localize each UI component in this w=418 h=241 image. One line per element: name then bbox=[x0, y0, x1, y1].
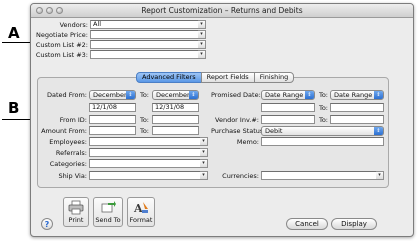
custom-list-2-label: Custom List #2: bbox=[35, 41, 88, 49]
chevron-down-icon[interactable]: ▾ bbox=[198, 40, 206, 49]
title-bar: Report Customization – Returns and Debit… bbox=[31, 4, 413, 18]
chevron-down-icon[interactable]: ▾ bbox=[200, 159, 208, 168]
popup-arrows-icon: ⇕ bbox=[374, 127, 383, 135]
promised-date-label: Promised Date: bbox=[211, 91, 261, 99]
report-customization-window: Report Customization – Returns and Debit… bbox=[30, 3, 414, 237]
promised-to-label-2: To: bbox=[318, 104, 328, 112]
employees-label: Employees: bbox=[49, 138, 87, 146]
dated-from-label: Dated From: bbox=[46, 91, 87, 99]
vendors-combo[interactable]: All ▾ bbox=[90, 20, 206, 29]
from-id-field[interactable] bbox=[89, 115, 136, 124]
printer-icon bbox=[68, 200, 84, 215]
negotiate-price-label: Negotiate Price: bbox=[36, 31, 88, 39]
vendors-field[interactable]: All bbox=[90, 20, 199, 29]
dated-from-field[interactable]: 12/1/08 bbox=[89, 103, 136, 112]
vendor-inv-to-label: To: bbox=[318, 116, 328, 124]
custom-list-3-combo[interactable]: ▾ bbox=[90, 50, 206, 59]
from-id-label: From ID: bbox=[59, 116, 87, 124]
categories-field[interactable] bbox=[89, 159, 201, 168]
popup-arrows-icon: ⇕ bbox=[189, 91, 198, 99]
custom-list-2-field[interactable] bbox=[90, 40, 199, 49]
purchase-status-value: Debit bbox=[265, 127, 283, 135]
ship-via-label: Ship Via: bbox=[58, 172, 87, 180]
dated-to-popup[interactable]: December ⇕ bbox=[152, 90, 199, 100]
chevron-down-icon[interactable]: ▾ bbox=[376, 171, 384, 180]
callout-b-letter: B bbox=[8, 99, 20, 117]
send-to-icon bbox=[101, 201, 116, 213]
chevron-down-icon[interactable]: ▾ bbox=[200, 171, 208, 180]
svg-text:A: A bbox=[133, 202, 143, 215]
print-button[interactable]: Print bbox=[63, 197, 89, 227]
negotiate-price-combo[interactable]: ▾ bbox=[90, 30, 206, 39]
referrals-label: Referrals: bbox=[55, 149, 87, 157]
currencies-field[interactable] bbox=[261, 171, 377, 180]
referrals-field[interactable] bbox=[89, 148, 201, 157]
tab-advanced-filters[interactable]: Advanced Filters bbox=[136, 72, 202, 83]
format-label: Format bbox=[129, 216, 153, 224]
amount-to-label: To: bbox=[139, 127, 149, 135]
chevron-down-icon[interactable]: ▾ bbox=[198, 30, 206, 39]
chevron-down-icon[interactable]: ▾ bbox=[200, 137, 208, 146]
print-label: Print bbox=[68, 216, 84, 224]
cancel-button[interactable]: Cancel bbox=[286, 218, 328, 230]
memo-field[interactable] bbox=[261, 137, 384, 146]
negotiate-price-field[interactable] bbox=[90, 30, 199, 39]
categories-label: Categories: bbox=[49, 160, 87, 168]
format-icon: A bbox=[133, 202, 148, 215]
promised-from-field[interactable] bbox=[261, 103, 315, 112]
ship-via-combo[interactable]: ▾ bbox=[89, 171, 208, 180]
amount-from-field[interactable] bbox=[89, 126, 136, 135]
popup-arrows-icon: ⇕ bbox=[305, 91, 314, 99]
promised-to-popup[interactable]: Date Range ⇕ bbox=[330, 90, 384, 100]
tab-finishing[interactable]: Finishing bbox=[253, 72, 295, 83]
chevron-down-icon[interactable]: ▾ bbox=[198, 20, 206, 29]
currencies-combo[interactable]: ▾ bbox=[261, 171, 384, 180]
ship-via-field[interactable] bbox=[89, 171, 201, 180]
send-to-label: Send To bbox=[95, 216, 121, 224]
popup-arrows-icon: ⇕ bbox=[126, 91, 135, 99]
to-id-field[interactable] bbox=[152, 115, 199, 124]
promised-to-label: To: bbox=[318, 91, 328, 99]
purchase-status-popup[interactable]: Debit ⇕ bbox=[261, 126, 384, 136]
dated-from-popup[interactable]: December ⇕ bbox=[89, 90, 136, 100]
promised-to-field[interactable] bbox=[330, 103, 384, 112]
callout-a-letter: A bbox=[8, 24, 20, 42]
format-button[interactable]: A Format bbox=[127, 197, 155, 227]
chevron-down-icon[interactable]: ▾ bbox=[200, 148, 208, 157]
promised-from-popup[interactable]: Date Range ⇕ bbox=[261, 90, 315, 100]
promised-from-popup-value: Date Range bbox=[265, 91, 304, 99]
window-title: Report Customization – Returns and Debit… bbox=[141, 6, 303, 15]
custom-list-2-combo[interactable]: ▾ bbox=[90, 40, 206, 49]
display-button[interactable]: Display bbox=[331, 218, 377, 230]
vendor-inv-to-field[interactable] bbox=[330, 115, 384, 124]
send-to-button[interactable]: Send To bbox=[93, 197, 123, 227]
popup-arrows-icon: ⇕ bbox=[374, 91, 383, 99]
memo-label: Memo: bbox=[236, 138, 259, 146]
custom-list-3-field[interactable] bbox=[90, 50, 199, 59]
employees-field[interactable] bbox=[89, 137, 201, 146]
tab-report-fields[interactable]: Report Fields bbox=[200, 72, 255, 83]
from-id-to-label: To: bbox=[139, 116, 149, 124]
purchase-status-label: Purchase Status: bbox=[211, 127, 266, 135]
vendor-inv-label: Vendor Inv.#: bbox=[215, 116, 259, 124]
dated-to-label: To: bbox=[139, 91, 149, 99]
vendor-inv-from-field[interactable] bbox=[261, 115, 315, 124]
help-button[interactable]: ? bbox=[41, 218, 53, 230]
categories-combo[interactable]: ▾ bbox=[89, 159, 208, 168]
currencies-label: Currencies: bbox=[222, 172, 259, 180]
vendors-label: Vendors: bbox=[59, 21, 88, 29]
amount-from-label: Amount From: bbox=[41, 127, 87, 135]
referrals-combo[interactable]: ▾ bbox=[89, 148, 208, 157]
tab-bar: Advanced Filters Report Fields Finishing bbox=[136, 72, 295, 83]
amount-to-field[interactable] bbox=[152, 126, 199, 135]
chevron-down-icon[interactable]: ▾ bbox=[198, 50, 206, 59]
dated-to-popup-value: December bbox=[156, 91, 190, 99]
custom-list-3-label: Custom List #3: bbox=[35, 51, 88, 59]
employees-combo[interactable]: ▾ bbox=[89, 137, 208, 146]
dated-to-field[interactable]: 12/31/08 bbox=[152, 103, 199, 112]
dated-from-popup-value: December bbox=[93, 91, 127, 99]
promised-to-popup-value: Date Range bbox=[334, 91, 373, 99]
